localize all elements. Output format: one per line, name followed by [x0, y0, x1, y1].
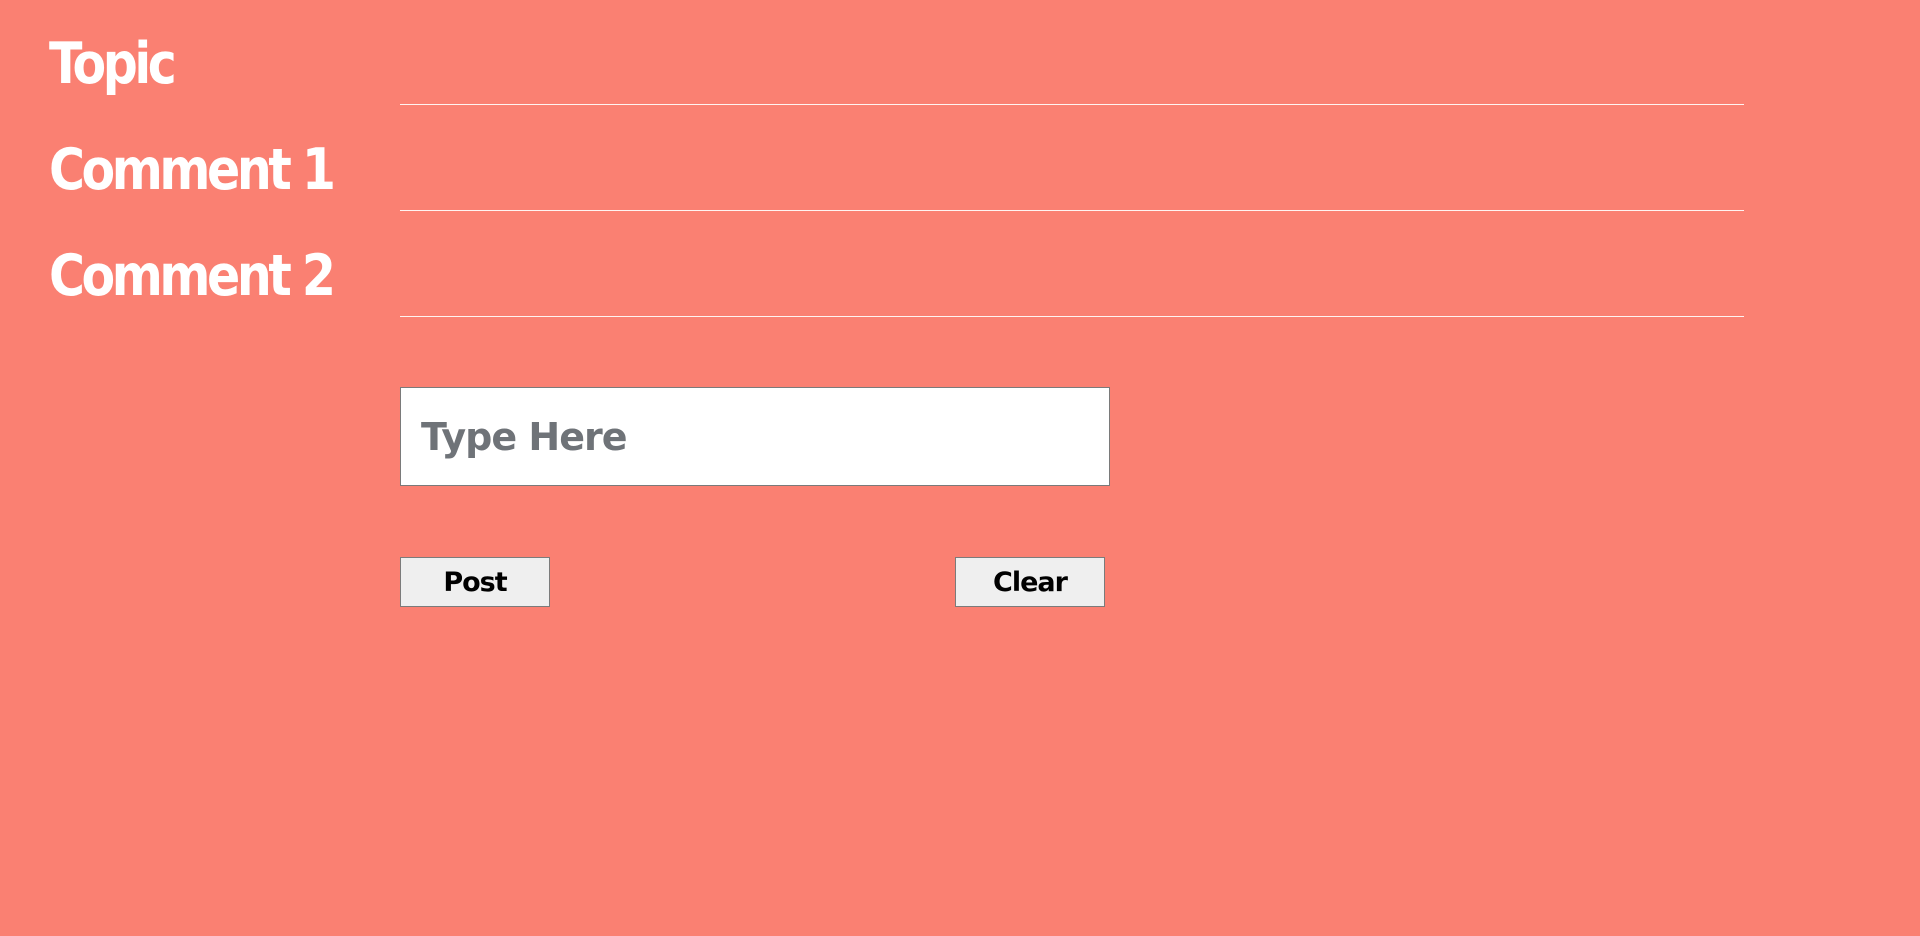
comment-2-divider — [400, 316, 1744, 317]
comment-1-divider — [400, 210, 1744, 211]
topic-label: Topic — [49, 31, 177, 97]
post-button[interactable]: Post — [400, 557, 550, 607]
comment-1-label: Comment 1 — [49, 137, 336, 203]
comment-2-label: Comment 2 — [49, 243, 336, 309]
comment-input[interactable] — [400, 387, 1110, 486]
clear-button[interactable]: Clear — [955, 557, 1105, 607]
topic-divider — [400, 104, 1744, 105]
